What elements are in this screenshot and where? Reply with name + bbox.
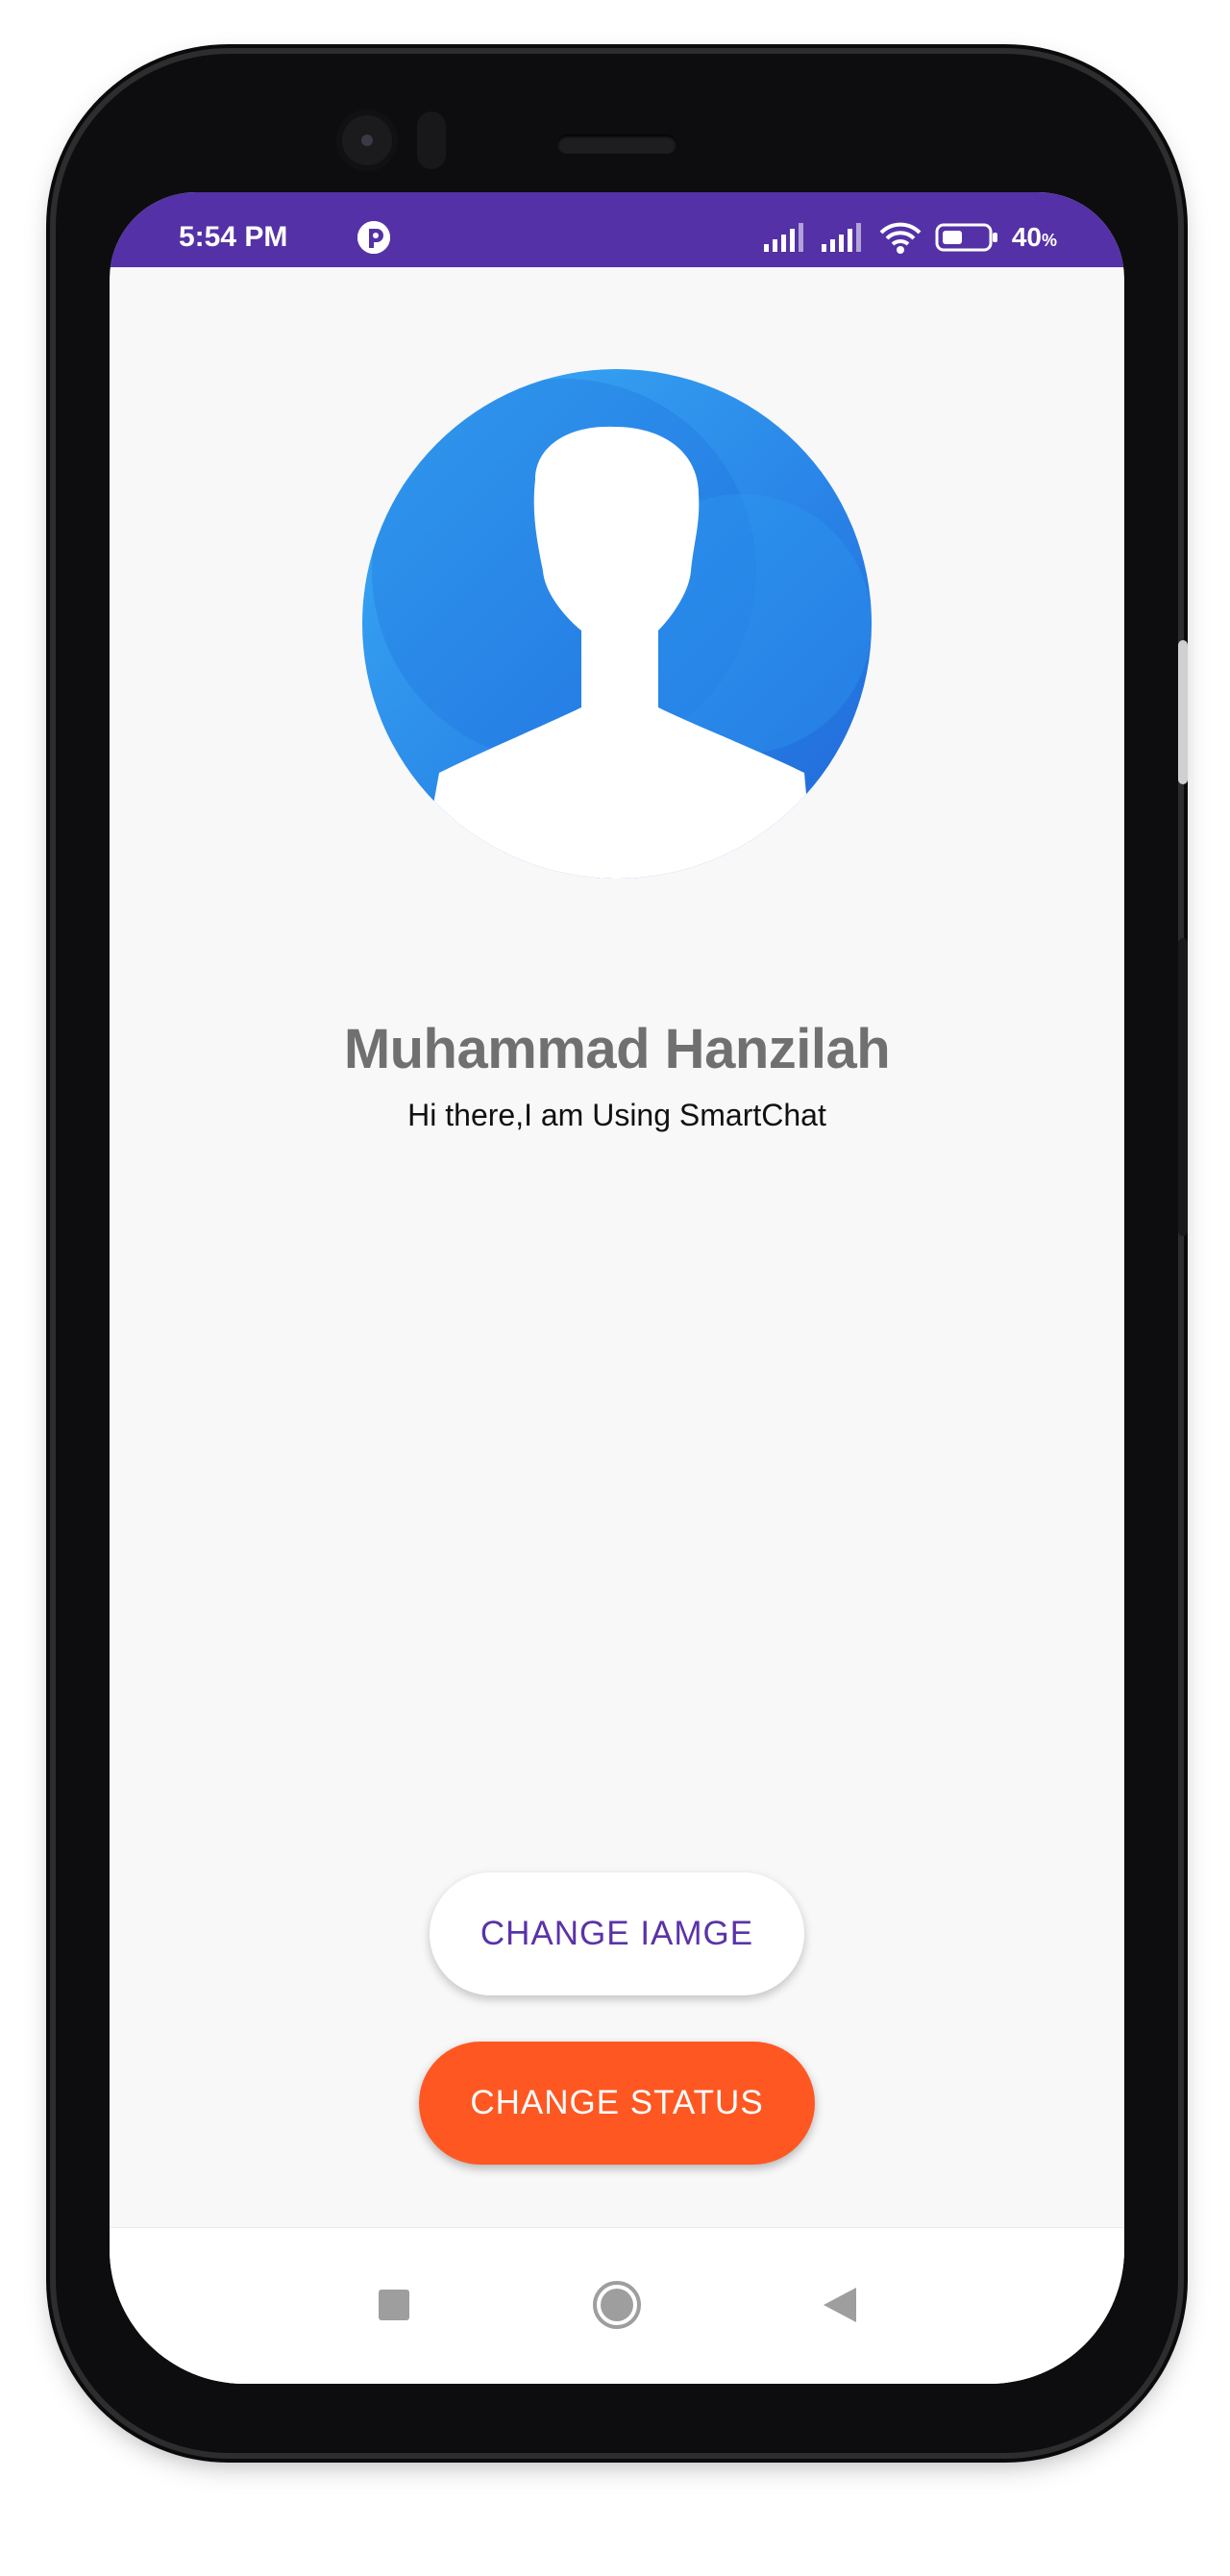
- proximity-sensor: [417, 111, 446, 169]
- volume-button: [1178, 640, 1188, 784]
- status-bar: 5:54 PM 40%: [110, 192, 1124, 267]
- signal-icon: [821, 223, 866, 252]
- profile-avatar[interactable]: [362, 369, 872, 879]
- earpiece-speaker: [557, 135, 676, 154]
- app-notification-icon: [357, 221, 390, 254]
- status-time: 5:54 PM: [179, 221, 288, 253]
- app-screen: 5:54 PM 40% Muhammad Hanzilah Hi there,I…: [110, 192, 1124, 2384]
- recents-square-icon[interactable]: [365, 2276, 423, 2334]
- power-button: [1178, 938, 1188, 1236]
- default-user-avatar-icon: [362, 369, 872, 879]
- change-status-button[interactable]: CHANGE STATUS: [419, 2042, 815, 2165]
- battery-percent: 40%: [1011, 222, 1057, 252]
- home-circle-icon[interactable]: [588, 2276, 646, 2334]
- change-image-button[interactable]: CHANGE IAMGE: [430, 1872, 804, 1995]
- status-icons: 40%: [763, 219, 1057, 256]
- profile-content: Muhammad Hanzilah Hi there,I am Using Sm…: [110, 267, 1124, 2228]
- profile-status-text: Hi there,I am Using SmartChat: [407, 1098, 826, 1132]
- wifi-icon: [879, 221, 922, 254]
- profile-name: Muhammad Hanzilah: [343, 1018, 891, 1080]
- signal-icon: [763, 223, 808, 252]
- battery-icon: [935, 223, 998, 252]
- back-triangle-icon[interactable]: [811, 2276, 869, 2334]
- navigation-bar: [110, 2227, 1124, 2384]
- front-camera: [336, 110, 398, 171]
- phone-frame: 5:54 PM 40% Muhammad Hanzilah Hi there,I…: [56, 54, 1188, 2453]
